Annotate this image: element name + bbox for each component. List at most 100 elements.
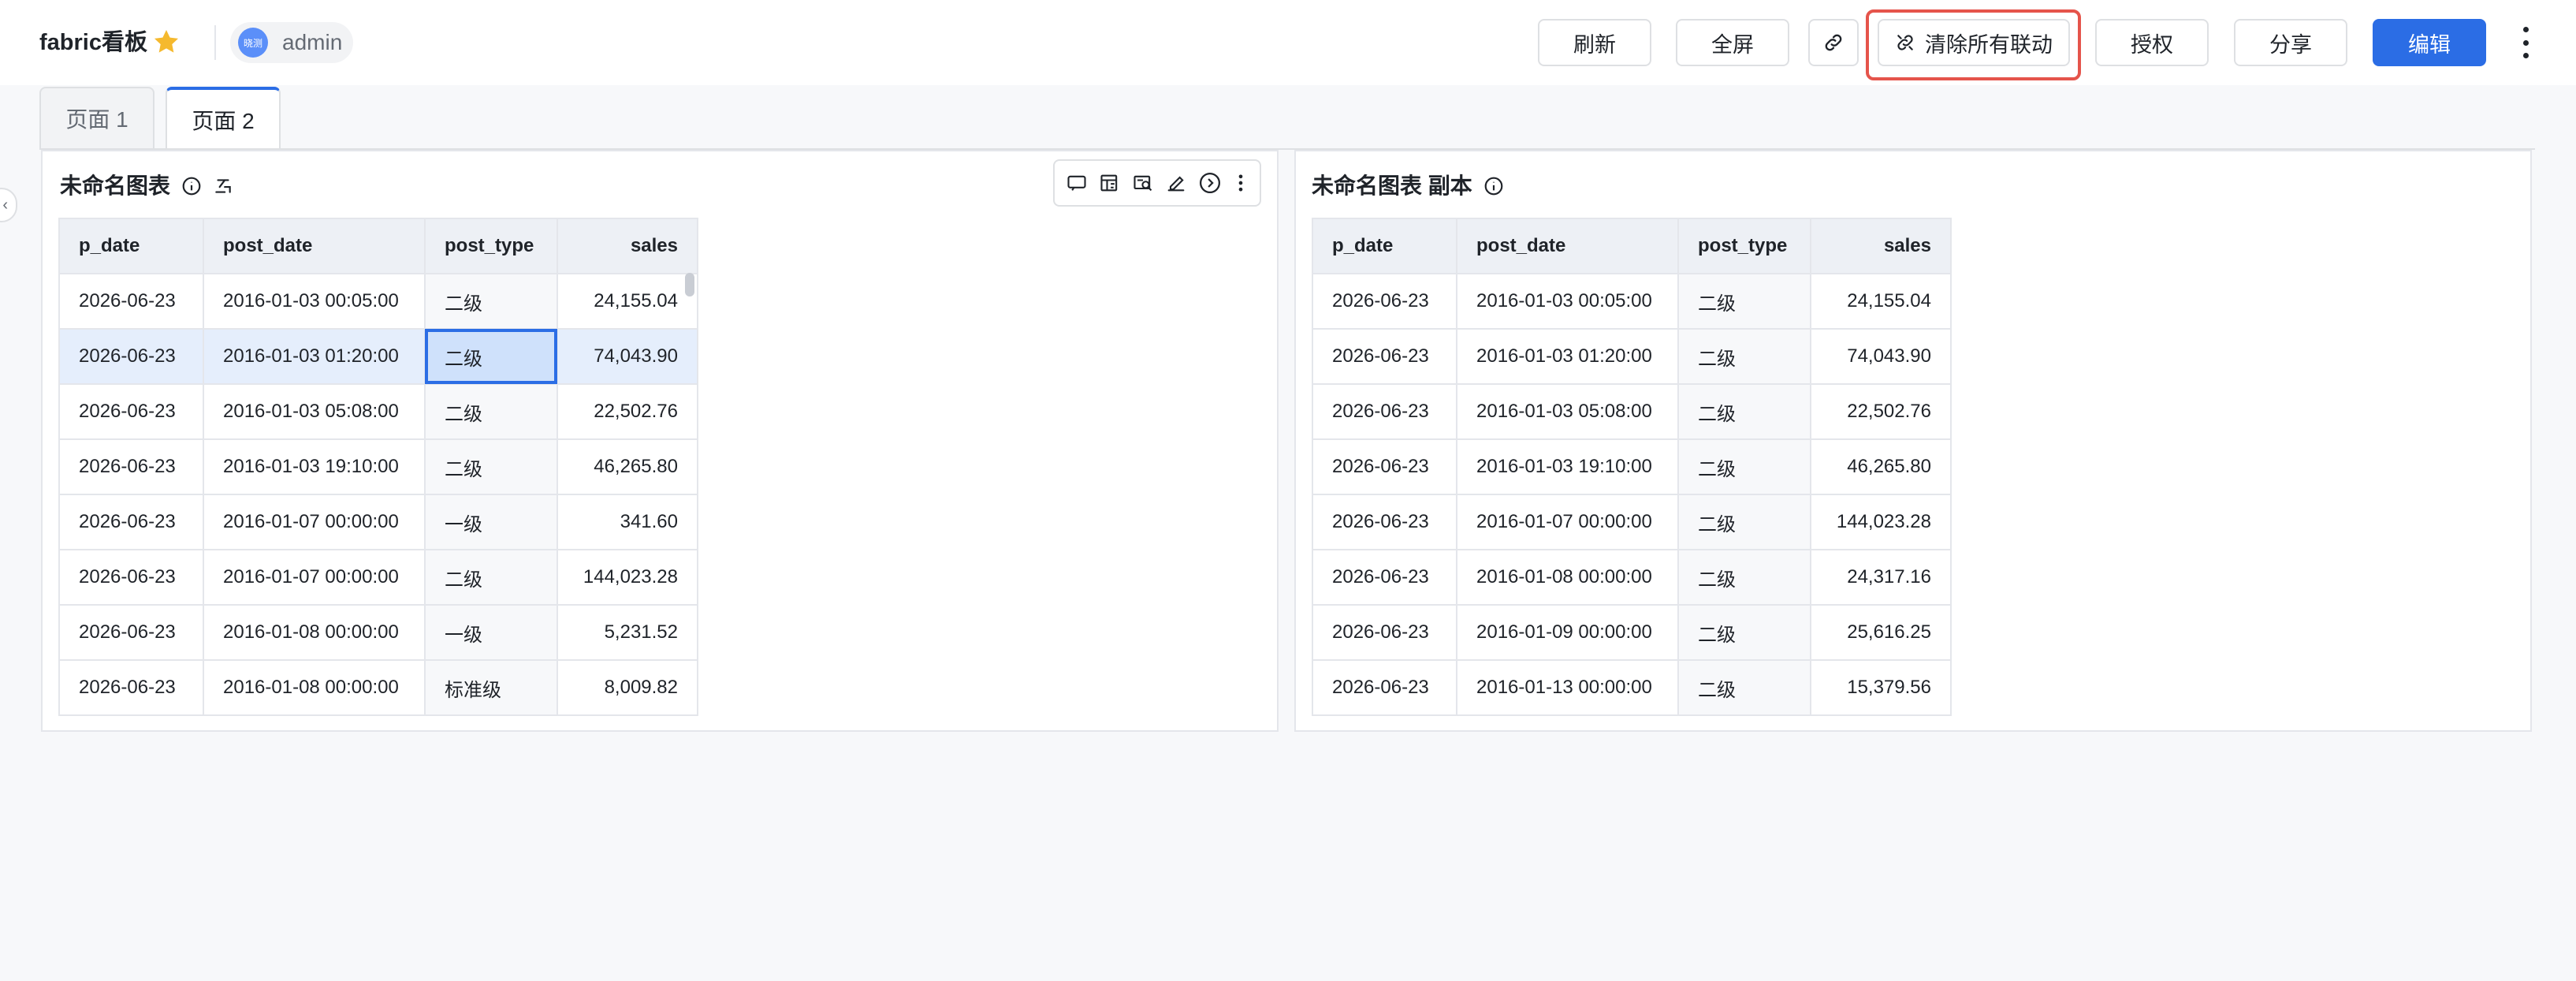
table-cell[interactable]: 22,502.76 (557, 383, 698, 440)
table-cell[interactable]: 标准级 (424, 659, 558, 716)
info-icon[interactable] (181, 176, 202, 196)
table-cell[interactable]: 二级 (1677, 549, 1811, 606)
table-cell[interactable]: 一级 (424, 494, 558, 550)
table-cell[interactable]: 一级 (424, 604, 558, 661)
table-cell[interactable]: 二级 (424, 273, 558, 330)
table-cell[interactable]: 46,265.80 (557, 438, 698, 495)
table-cell[interactable]: 2016-01-08 00:00:00 (203, 659, 426, 716)
table-row[interactable]: 2026-06-23 2016-01-07 00:00:00 二级 144,02… (58, 549, 698, 606)
table-cell[interactable]: 2026-06-23 (1312, 659, 1457, 716)
table-cell[interactable]: 2026-06-23 (58, 438, 204, 495)
table-cell[interactable]: 2026-06-23 (1312, 549, 1457, 606)
table-cell[interactable]: 2016-01-03 00:05:00 (1456, 273, 1679, 330)
table-row[interactable]: 2026-06-23 2016-01-03 05:08:00 二级 22,502… (58, 383, 698, 440)
table-cell[interactable]: 2026-06-23 (1312, 604, 1457, 661)
table-cell[interactable]: 2016-01-03 01:20:00 (203, 328, 426, 385)
comment-icon[interactable] (1066, 172, 1088, 194)
fullscreen-button[interactable]: 全屏 (1676, 19, 1789, 66)
selected-cell[interactable]: 二级 (424, 328, 558, 385)
column-header[interactable]: post_date (203, 218, 426, 274)
table-row[interactable]: 2026-06-23 2016-01-03 19:10:00 二级 46,265… (58, 438, 698, 495)
table-cell[interactable]: 2016-01-03 05:08:00 (1456, 383, 1679, 440)
table-cell[interactable]: 二级 (1677, 273, 1811, 330)
table-row[interactable]: 2026-06-23 2016-01-07 00:00:00 二级 144,02… (1312, 494, 1952, 550)
more-menu-icon[interactable] (2519, 27, 2532, 58)
column-header[interactable]: post_type (1677, 218, 1811, 274)
table-cell[interactable]: 2016-01-08 00:00:00 (203, 604, 426, 661)
table-row[interactable]: 2026-06-23 2016-01-03 00:05:00 二级 24,155… (58, 273, 698, 330)
table-cell[interactable]: 74,043.90 (557, 328, 698, 385)
table-row[interactable]: 2026-06-23 2016-01-08 00:00:00 一级 5,231.… (58, 604, 698, 661)
clear-links-button[interactable]: 清除所有联动 (1878, 19, 2070, 66)
table-cell[interactable]: 二级 (424, 383, 558, 440)
column-header[interactable]: p_date (58, 218, 204, 274)
table-cell[interactable]: 2016-01-09 00:00:00 (1456, 604, 1679, 661)
table-row[interactable]: 2026-06-23 2016-01-03 05:08:00 二级 22,502… (1312, 383, 1952, 440)
table-cell[interactable]: 2016-01-08 00:00:00 (1456, 549, 1679, 606)
table-cell[interactable]: 二级 (1677, 659, 1811, 716)
table-row[interactable]: 2026-06-23 2016-01-03 00:05:00 二级 24,155… (1312, 273, 1952, 330)
table-row[interactable]: 2026-06-23 2016-01-08 00:00:00 二级 24,317… (1312, 549, 1952, 606)
data-search-icon[interactable] (1132, 172, 1154, 194)
table-cell[interactable]: 2026-06-23 (58, 383, 204, 440)
authorize-button[interactable]: 授权 (2095, 19, 2209, 66)
table-cell[interactable]: 2016-01-03 19:10:00 (203, 438, 426, 495)
edit-button[interactable]: 编辑 (2373, 19, 2486, 66)
user-chip[interactable]: 晓测 admin (230, 22, 353, 63)
table-cell[interactable]: 2016-01-03 19:10:00 (1456, 438, 1679, 495)
table-cell[interactable]: 2026-06-23 (1312, 438, 1457, 495)
table-cell[interactable]: 2026-06-23 (58, 659, 204, 716)
table-cell[interactable]: 2016-01-07 00:00:00 (203, 549, 426, 606)
table-cell[interactable]: 二级 (1677, 494, 1811, 550)
table-row-selected[interactable]: 2026-06-23 2016-01-03 01:20:00 二级 74,043… (58, 328, 698, 385)
table-cell[interactable]: 2016-01-03 01:20:00 (1456, 328, 1679, 385)
linked-filter-icon[interactable] (213, 176, 233, 196)
table-row[interactable]: 2026-06-23 2016-01-13 00:00:00 二级 15,379… (1312, 659, 1952, 716)
table-row[interactable]: 2026-06-23 2016-01-08 00:00:00 标准级 8,009… (58, 659, 698, 716)
table-view-icon[interactable] (1099, 172, 1121, 194)
table-cell[interactable]: 24,155.04 (1810, 273, 1952, 330)
info-icon[interactable] (1483, 176, 1504, 196)
table-row[interactable]: 2026-06-23 2016-01-03 19:10:00 二级 46,265… (1312, 438, 1952, 495)
collapse-handle[interactable]: ‹ (0, 188, 17, 222)
table-cell[interactable]: 2026-06-23 (58, 494, 204, 550)
table-cell[interactable]: 2026-06-23 (58, 328, 204, 385)
chevron-right-icon[interactable] (1198, 171, 1222, 195)
table-cell[interactable]: 2016-01-03 05:08:00 (203, 383, 426, 440)
table-cell[interactable]: 22,502.76 (1810, 383, 1952, 440)
column-header[interactable]: sales (1810, 218, 1952, 274)
tab-page-1[interactable]: 页面 1 (39, 87, 154, 148)
table-cell[interactable]: 二级 (1677, 604, 1811, 661)
table-cell[interactable]: 2016-01-13 00:00:00 (1456, 659, 1679, 716)
table-cell[interactable]: 46,265.80 (1810, 438, 1952, 495)
column-header[interactable]: sales (557, 218, 698, 274)
table-cell[interactable]: 24,317.16 (1810, 549, 1952, 606)
table-cell[interactable]: 二级 (1677, 438, 1811, 495)
table-cell[interactable]: 25,616.25 (1810, 604, 1952, 661)
link-button[interactable] (1808, 19, 1859, 66)
column-header[interactable]: post_type (424, 218, 558, 274)
share-button[interactable]: 分享 (2234, 19, 2347, 66)
table-row[interactable]: 2026-06-23 2016-01-03 01:20:00 二级 74,043… (1312, 328, 1952, 385)
column-header[interactable]: p_date (1312, 218, 1457, 274)
table-cell[interactable]: 2026-06-23 (1312, 494, 1457, 550)
table-cell[interactable]: 二级 (424, 549, 558, 606)
refresh-button[interactable]: 刷新 (1538, 19, 1651, 66)
table-cell[interactable]: 341.60 (557, 494, 698, 550)
star-icon[interactable] (151, 27, 181, 57)
table-row[interactable]: 2026-06-23 2016-01-07 00:00:00 一级 341.60 (58, 494, 698, 550)
table-cell[interactable]: 8,009.82 (557, 659, 698, 716)
table-cell[interactable]: 2016-01-07 00:00:00 (203, 494, 426, 550)
table-row[interactable]: 2026-06-23 2016-01-09 00:00:00 二级 25,616… (1312, 604, 1952, 661)
tab-page-2[interactable]: 页面 2 (166, 87, 281, 150)
table-scrollbar[interactable] (685, 273, 694, 297)
table-cell[interactable]: 144,023.28 (557, 549, 698, 606)
table-cell[interactable]: 74,043.90 (1810, 328, 1952, 385)
table-cell[interactable]: 2026-06-23 (1312, 383, 1457, 440)
edit-icon[interactable] (1165, 172, 1187, 194)
table-cell[interactable]: 2026-06-23 (58, 604, 204, 661)
table-cell[interactable]: 5,231.52 (557, 604, 698, 661)
column-header[interactable]: post_date (1456, 218, 1679, 274)
table-cell[interactable]: 2026-06-23 (1312, 328, 1457, 385)
table-cell[interactable]: 2016-01-07 00:00:00 (1456, 494, 1679, 550)
